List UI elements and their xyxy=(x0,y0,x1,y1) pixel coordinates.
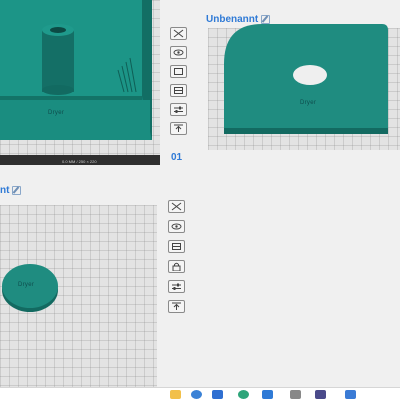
duplicate-button[interactable] xyxy=(170,84,187,97)
dryer-disc-label: Dryer xyxy=(18,282,35,288)
plate-toolbar-top xyxy=(170,27,187,141)
view-button[interactable] xyxy=(168,220,185,233)
dryer-box-label: Dryer xyxy=(48,110,65,116)
sliders-icon xyxy=(172,283,181,290)
box-icon xyxy=(174,87,183,94)
lock-icon xyxy=(172,262,181,271)
file-explorer-icon[interactable] xyxy=(170,390,181,399)
close-icon xyxy=(173,29,184,38)
cura-icon[interactable] xyxy=(262,390,273,399)
close-button[interactable] xyxy=(170,27,187,40)
upload-button[interactable] xyxy=(170,122,187,135)
edit-icon[interactable] xyxy=(261,14,271,24)
dryer-disc-model[interactable] xyxy=(0,260,66,316)
arrange-button[interactable] xyxy=(168,240,185,253)
settings-button[interactable] xyxy=(170,103,187,116)
plate-number: 01 xyxy=(171,152,183,163)
plate-scale-text: 0.0 MM / 250 × 220 xyxy=(62,159,97,164)
dryer-lid-model[interactable] xyxy=(222,24,398,138)
plate-toolbar-bottom xyxy=(168,200,185,319)
upload-icon xyxy=(174,124,183,132)
view-button[interactable] xyxy=(170,46,187,59)
upload-icon xyxy=(172,302,181,310)
plate-title-text: nt xyxy=(0,185,10,196)
sliders-icon xyxy=(174,106,183,113)
dryer-box-model[interactable] xyxy=(0,0,160,150)
store-icon[interactable] xyxy=(212,390,223,399)
box-icon xyxy=(174,68,183,75)
box-icon xyxy=(172,243,181,250)
upload-button[interactable] xyxy=(168,300,185,313)
close-button[interactable] xyxy=(168,200,185,213)
app-icon[interactable] xyxy=(315,390,326,399)
app-icon[interactable] xyxy=(290,390,301,399)
dryer-lid-label: Dryer xyxy=(300,100,317,106)
settings-button[interactable] xyxy=(168,280,185,293)
arrange-button[interactable] xyxy=(170,65,187,78)
plate-title-bottom[interactable]: nt xyxy=(0,185,22,196)
lock-button[interactable] xyxy=(168,260,185,273)
close-icon xyxy=(171,202,182,211)
edit-icon[interactable] xyxy=(12,185,22,195)
eye-icon xyxy=(173,49,184,56)
app-icon[interactable] xyxy=(345,390,356,399)
edge-icon[interactable] xyxy=(238,390,249,399)
eye-icon xyxy=(171,223,182,230)
chrome-icon[interactable] xyxy=(191,390,202,399)
taskbar xyxy=(0,387,400,400)
